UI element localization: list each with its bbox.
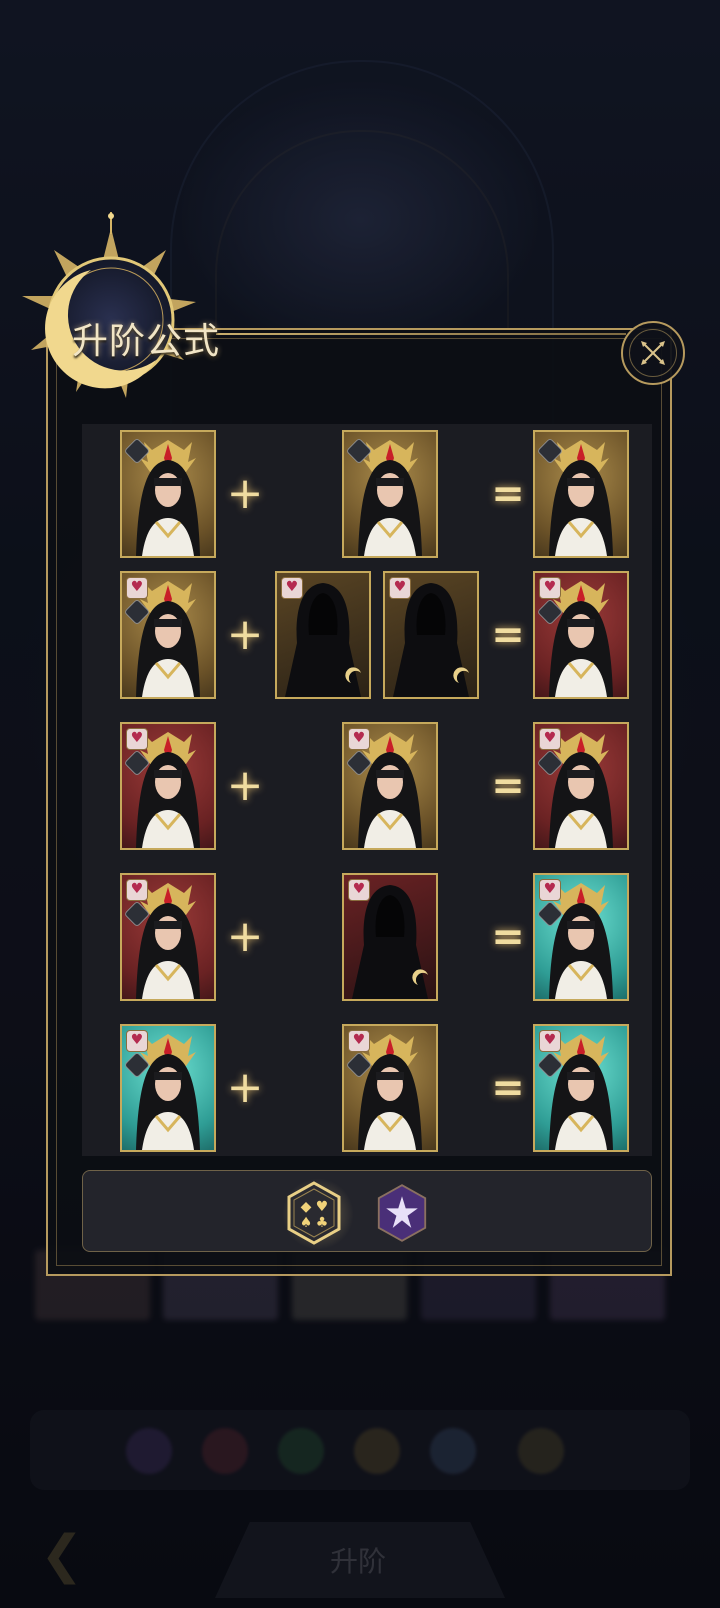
heart-badge-icon: ♥ xyxy=(348,879,370,901)
result-card: ♥ xyxy=(533,1024,629,1152)
equals-operator: = xyxy=(491,471,525,517)
equals-operator: = xyxy=(491,763,525,809)
purple-star-icon[interactable] xyxy=(376,1183,428,1243)
svg-text:◆: ◆ xyxy=(301,1199,312,1215)
popup-title: 升阶公式 xyxy=(72,321,221,362)
input-card-left: ♥ xyxy=(120,1024,216,1152)
result-card: ♥ xyxy=(533,571,629,699)
plus-operator: + xyxy=(226,760,264,811)
equals-operator: = xyxy=(491,1065,525,1111)
svg-text:♠: ♠ xyxy=(300,1215,313,1231)
heart-badge-icon: ♥ xyxy=(126,879,148,901)
input-card-left: ♥ xyxy=(120,873,216,1001)
input-card-right: ♥ xyxy=(342,873,438,1001)
plus-operator: + xyxy=(226,609,264,660)
heart-badge-icon: ♥ xyxy=(539,577,561,599)
svg-text:♣: ♣ xyxy=(316,1215,329,1231)
card-suits-icon[interactable]: ◆ ♥ ♠ ♣ xyxy=(286,1181,342,1245)
input-card-right: ♥ xyxy=(342,722,438,850)
title-rule-decoration xyxy=(216,333,626,335)
heart-badge-icon: ♥ xyxy=(126,1030,148,1052)
heart-badge-icon: ♥ xyxy=(539,1030,561,1052)
heart-badge-icon: ♥ xyxy=(539,879,561,901)
result-card: ♥ xyxy=(533,873,629,1001)
input-card-right: ♥ xyxy=(383,571,479,699)
input-card-left xyxy=(120,430,216,558)
heart-badge-icon: ♥ xyxy=(126,728,148,750)
result-card: ♥ xyxy=(533,722,629,850)
plus-operator: + xyxy=(226,468,264,519)
result-card xyxy=(533,430,629,558)
formula-tab-bar xyxy=(82,1170,652,1252)
heart-badge-icon: ♥ xyxy=(389,577,411,599)
input-card-right: ♥ xyxy=(275,571,371,699)
input-card-right xyxy=(342,430,438,558)
plus-operator: + xyxy=(226,911,264,962)
heart-badge-icon: ♥ xyxy=(126,577,148,599)
equals-operator: = xyxy=(491,914,525,960)
heart-badge-icon: ♥ xyxy=(348,728,370,750)
heart-badge-icon: ♥ xyxy=(281,577,303,599)
plus-operator: + xyxy=(226,1062,264,1113)
equals-operator: = xyxy=(491,612,525,658)
input-card-left: ♥ xyxy=(120,571,216,699)
svg-text:♥: ♥ xyxy=(316,1199,329,1215)
heart-badge-icon: ♥ xyxy=(539,728,561,750)
close-button[interactable] xyxy=(621,321,685,385)
heart-badge-icon: ♥ xyxy=(348,1030,370,1052)
input-card-left: ♥ xyxy=(120,722,216,850)
input-card-right: ♥ xyxy=(342,1024,438,1152)
close-x-icon xyxy=(641,341,665,365)
